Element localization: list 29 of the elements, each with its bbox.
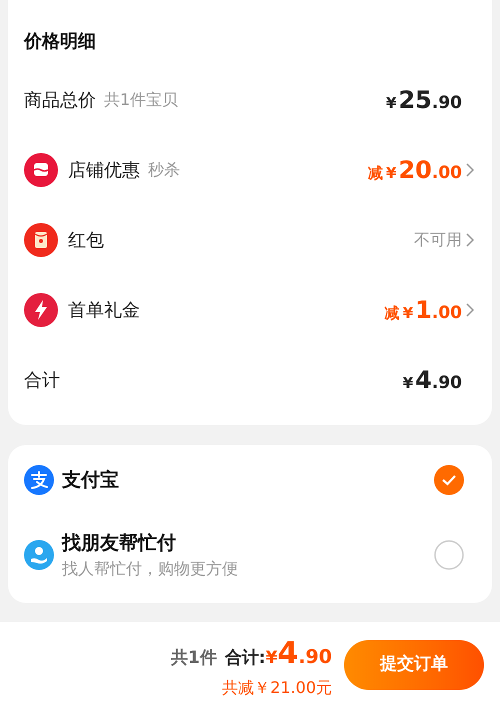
price-text: ¥4.90 xyxy=(402,365,462,396)
payment-name: 找朋友帮忙付 xyxy=(62,530,177,556)
row-note: 共1件宝贝 xyxy=(104,89,178,111)
payment-description: 找人帮忙付，购物更方便 xyxy=(62,558,238,580)
payment-option[interactable]: 支付宝 xyxy=(24,445,476,515)
payment-name: 支付宝 xyxy=(62,468,119,493)
row-label: 店铺优惠 xyxy=(68,158,140,182)
radio-checked[interactable] xyxy=(434,465,464,495)
payment-logo-icon xyxy=(24,465,54,495)
row-note: 秒杀 xyxy=(148,159,180,181)
row-label: 商品总价 xyxy=(24,88,96,112)
status-text: 不可用 xyxy=(414,229,462,251)
discount-text: 减 ¥1.00 xyxy=(384,295,462,326)
price-text: ¥25.90 xyxy=(386,85,462,116)
store-icon xyxy=(24,153,58,187)
radio-button[interactable] xyxy=(434,540,464,570)
row-label: 红包 xyxy=(68,228,104,252)
row-label: 合计 xyxy=(24,368,60,392)
row-label: 首单礼金 xyxy=(68,298,140,322)
lightning-icon xyxy=(24,293,58,327)
section-title: 价格明细 xyxy=(24,30,96,54)
saving-text: 共减￥21.00元 xyxy=(222,676,332,698)
discount-text: 减 ¥20.00 xyxy=(368,155,462,186)
payment-option[interactable]: 找朋友帮忙付 找人帮忙付，购物更方便 xyxy=(24,515,476,595)
total-price: ¥4.90 xyxy=(266,634,332,672)
hand-coin-icon xyxy=(24,540,54,570)
item-count: 共1件 xyxy=(170,646,217,670)
total-label: 合计: xyxy=(224,646,266,670)
envelope-icon xyxy=(24,223,58,257)
